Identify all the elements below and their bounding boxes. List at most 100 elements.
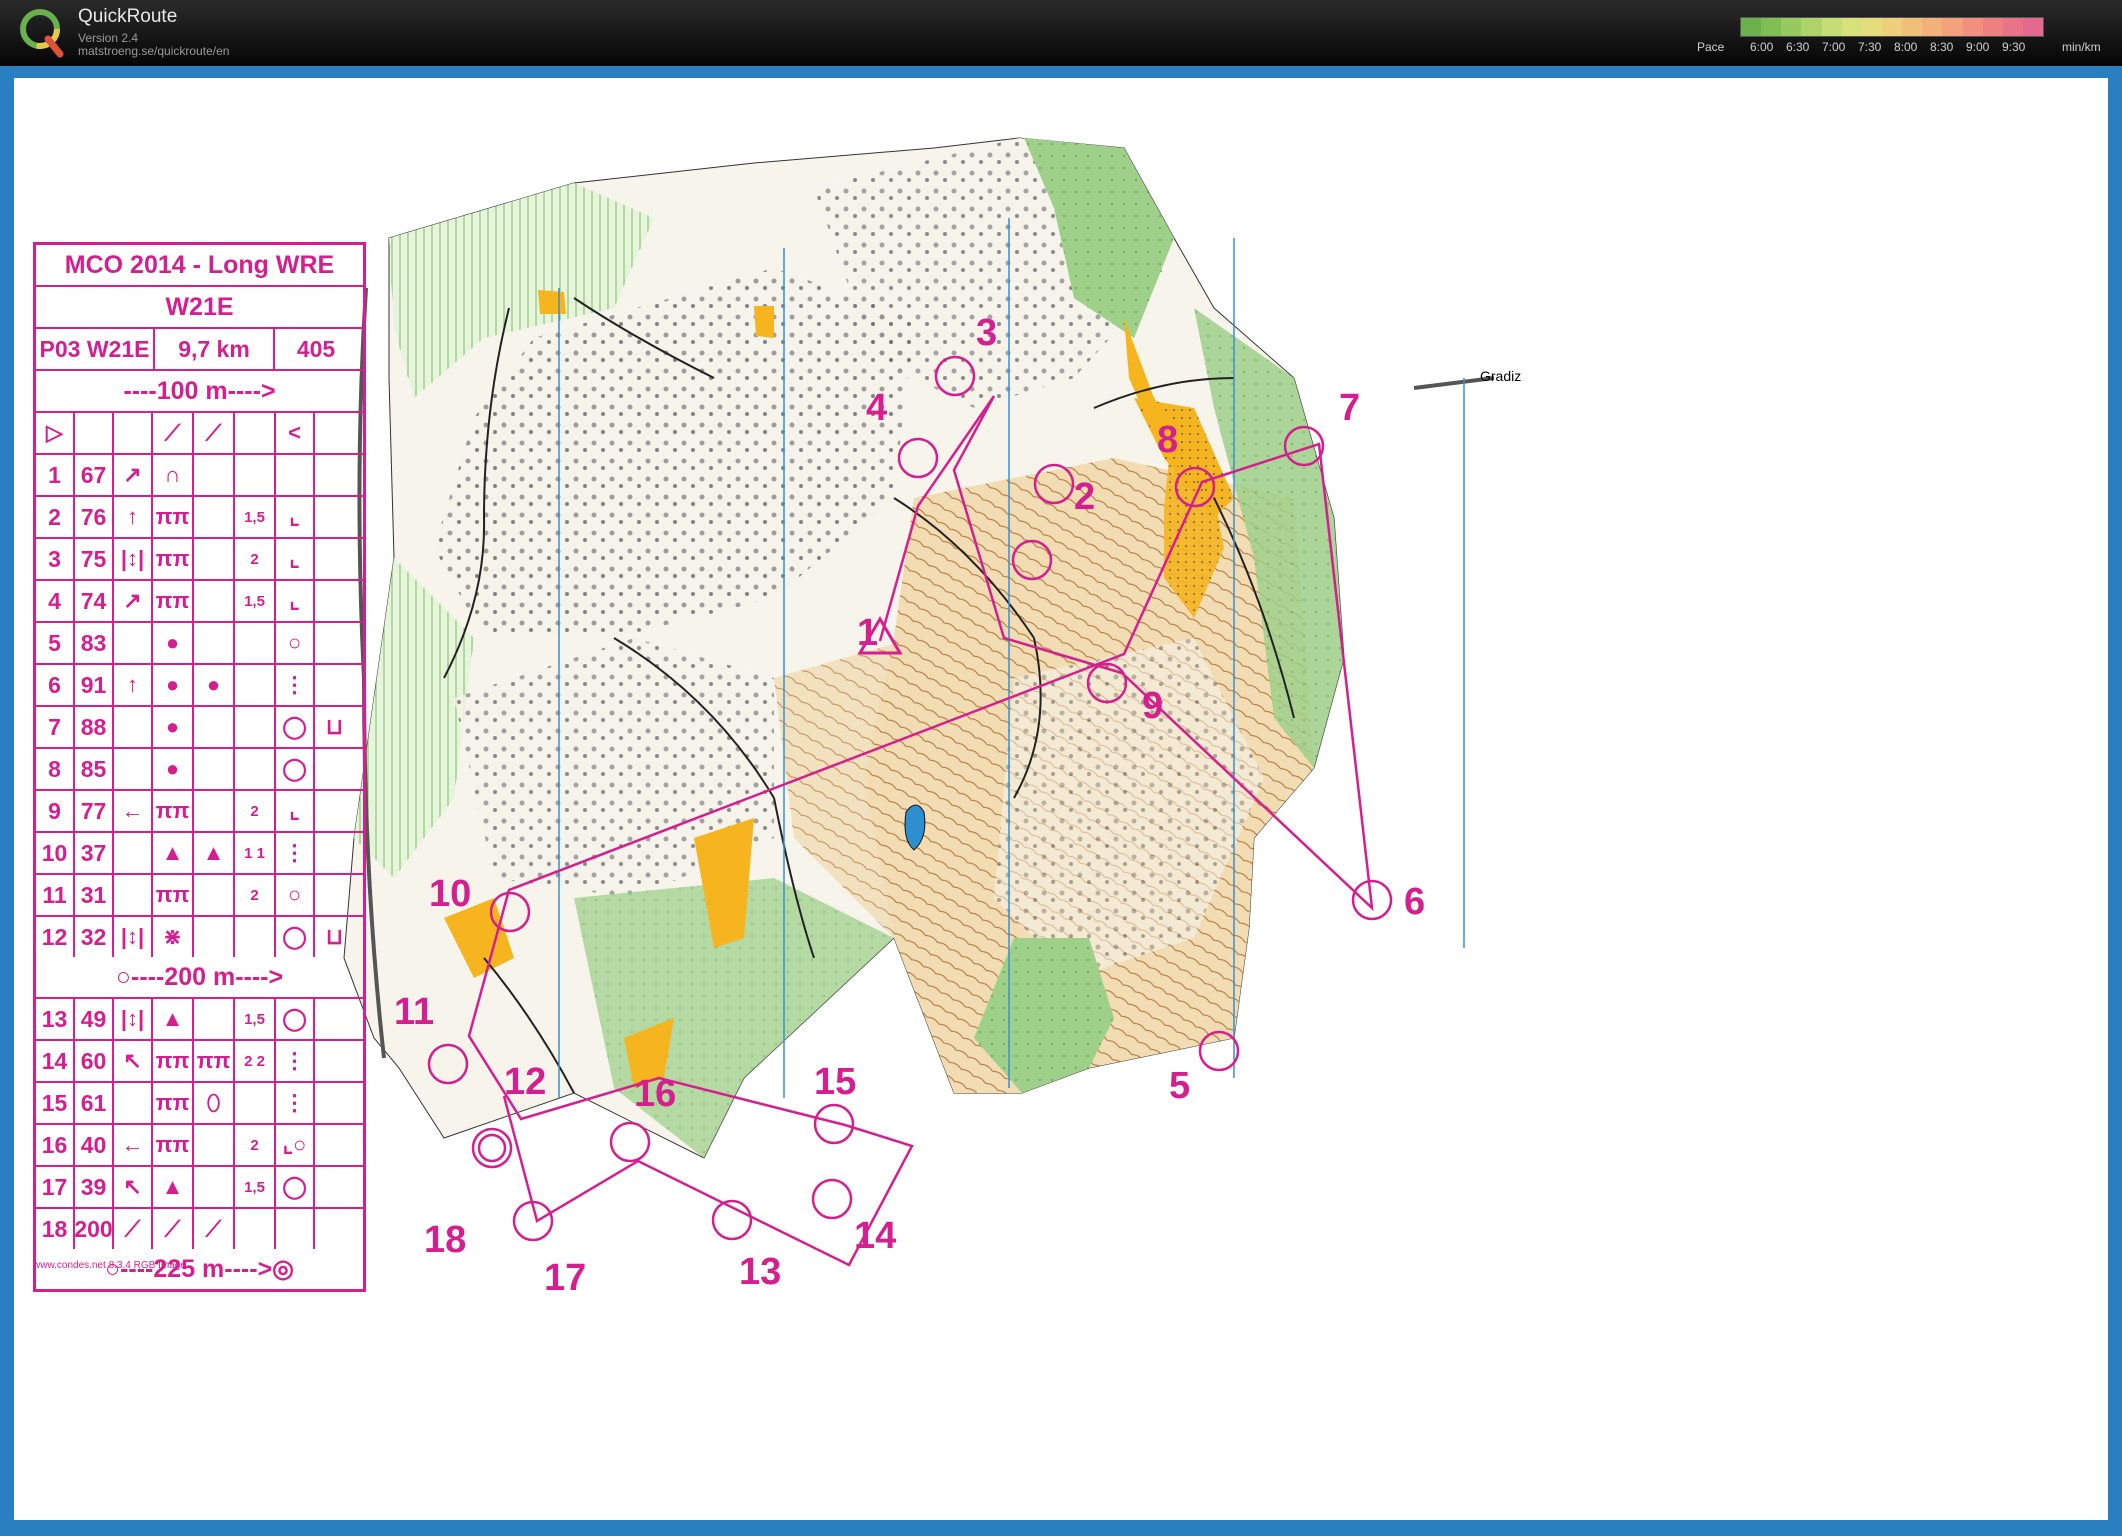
- cd-symbol-cell: [315, 665, 354, 705]
- cd-symbol-cell: ππ: [153, 539, 194, 579]
- cd-symbol-cell: [315, 1083, 354, 1123]
- control-number: 14: [854, 1215, 896, 1257]
- app-version: Version 2.4: [78, 31, 139, 45]
- pace-color-swatch: [1761, 18, 1782, 36]
- control-number: 11: [394, 991, 434, 1033]
- control-number: 16: [634, 1073, 676, 1115]
- cd-length: 9,7 km: [155, 329, 275, 369]
- cd-symbol-cell: ππ: [194, 1041, 235, 1081]
- cd-symbol-cell: ⋇: [153, 917, 194, 957]
- cd-control-number: 18: [36, 1209, 75, 1249]
- cd-symbol-cell: ππ: [153, 875, 194, 915]
- cd-cell: ⟋: [153, 413, 194, 453]
- cd-symbol-cell: ⋮: [276, 1041, 315, 1081]
- cd-symbol-cell: ●: [194, 665, 235, 705]
- control-number: 13: [739, 1251, 781, 1293]
- cd-control-code: 76: [75, 497, 114, 537]
- cd-control-number: 4: [36, 581, 75, 621]
- pace-tick-label: 8:00: [1894, 40, 1918, 54]
- cd-symbol-cell: [194, 455, 235, 495]
- cd-symbol-cell: [315, 455, 354, 495]
- cd-symbol-cell: ↖: [114, 1041, 153, 1081]
- app-header: QuickRoute Version 2.4 matstroeng.se/qui…: [0, 0, 2122, 66]
- cd-control-row: 14 60 ↖ ππ ππ 2 2 ⋮: [36, 1041, 363, 1083]
- cd-symbol-cell: [235, 917, 276, 957]
- cd-symbol-cell: ππ: [153, 581, 194, 621]
- cd-symbol-cell: ⟋: [114, 1209, 153, 1249]
- cd-symbol-cell: 2 2: [235, 1041, 276, 1081]
- pace-color-swatch: [1841, 18, 1862, 36]
- cd-symbol-cell: ππ: [153, 1083, 194, 1123]
- cd-symbol-cell: [315, 1041, 354, 1081]
- cd-control-code: 200: [74, 1209, 114, 1249]
- cd-symbol-cell: [315, 999, 354, 1039]
- app-url[interactable]: matstroeng.se/quickroute/en: [78, 44, 229, 58]
- cd-class-row: W21E: [36, 287, 363, 329]
- cd-cell: [114, 413, 153, 453]
- control-number: 9: [1142, 685, 1163, 727]
- cd-symbol-cell: ▲: [153, 1167, 194, 1207]
- cd-cell: [235, 413, 276, 453]
- cd-symbol-cell: ⊔: [325, 924, 344, 949]
- cd-symbol-cell: [276, 455, 315, 495]
- cd-symbol-cell: [114, 623, 153, 663]
- cd-control-number: 13: [36, 999, 75, 1039]
- cd-control-row: 6 91 ↑ ● ● ⋮: [36, 665, 363, 707]
- pace-tick-label: 7:00: [1822, 40, 1846, 54]
- cd-control-code: 74: [75, 581, 114, 621]
- cd-symbol-cell: [194, 875, 235, 915]
- cd-symbol-cell: ◯: [276, 917, 315, 957]
- cd-control-row: 10 37 ▲ ▲ 1 1 ⋮: [36, 833, 363, 875]
- cd-control-number: 5: [36, 623, 75, 663]
- cd-symbol-cell: [114, 707, 153, 747]
- cd-symbol-cell: [235, 1209, 276, 1249]
- cd-symbol-cell: [194, 1167, 235, 1207]
- cd-symbol-cell: [114, 833, 153, 873]
- cd-symbol-cell: ◯: [276, 1167, 315, 1207]
- pace-tick-label: 6:00: [1750, 40, 1774, 54]
- cd-symbol-cell: [235, 623, 276, 663]
- cd-event-row: MCO 2014 - Long WRE: [36, 245, 363, 287]
- yellow-open-land: [538, 290, 566, 314]
- cd-symbol-cell: ∩: [153, 455, 194, 495]
- cd-symbol-cell: |↕|: [114, 539, 153, 579]
- control-number: 10: [429, 873, 471, 915]
- cd-symbol-cell: ●: [153, 707, 194, 747]
- cd-cell: ⟋: [194, 413, 235, 453]
- cd-control-code: 91: [75, 665, 114, 705]
- cd-control-row: 13 49 |↕| ▲ 1,5 ◯: [36, 999, 363, 1041]
- control-number: 8: [1157, 419, 1178, 461]
- cd-symbol-cell: [315, 1125, 354, 1165]
- cd-control-code: 77: [75, 791, 114, 831]
- control-number: 1: [857, 612, 878, 654]
- pace-unit: min/km: [2062, 40, 2101, 54]
- cd-control-row: 12 32 |↕| ⋇ ◯ ⊔: [36, 917, 363, 957]
- control-number: 4: [866, 387, 887, 429]
- cd-control-number: 2: [36, 497, 75, 537]
- cd-control-code: 60: [75, 1041, 114, 1081]
- cd-cell: [75, 413, 114, 453]
- cd-symbol-cell: 2: [235, 875, 276, 915]
- cd-control-number: 1: [36, 455, 75, 495]
- cd-symbol-cell: ▲: [153, 999, 194, 1039]
- cd-control-number: 16: [36, 1125, 75, 1165]
- cd-control-number: 8: [36, 749, 75, 789]
- pace-color-swatch: [1902, 18, 1923, 36]
- cd-control-row: 4 74 ↗ ππ 1,5 ⌞: [36, 581, 363, 623]
- cd-symbol-cell: [194, 581, 235, 621]
- cd-symbol-cell: ○: [276, 875, 315, 915]
- cd-control-row: 18 200 ⟋ ⟋ ⟋: [36, 1209, 363, 1249]
- cd-symbol-cell: ↑: [114, 497, 153, 537]
- cd-symbol-cell: ⌞: [276, 581, 315, 621]
- cd-symbol-cell: ππ: [153, 497, 194, 537]
- cd-cell: [315, 413, 354, 453]
- pace-color-swatch: [1881, 18, 1903, 36]
- cd-control-row: 15 61 ππ ⬯ ⋮: [36, 1083, 363, 1125]
- cd-symbol-cell: ←: [114, 791, 153, 831]
- cd-control-number: 17: [36, 1167, 75, 1207]
- cd-symbol-cell: [194, 999, 235, 1039]
- cd-symbol-cell: ←: [114, 1125, 153, 1165]
- cd-symbol-cell: ππ: [153, 1041, 194, 1081]
- map-canvas[interactable]: 1 2 3 4 5 6 7 8 9 10 11 12 13 14 15 16 1…: [14, 78, 2108, 1520]
- cd-symbol-cell: [235, 665, 276, 705]
